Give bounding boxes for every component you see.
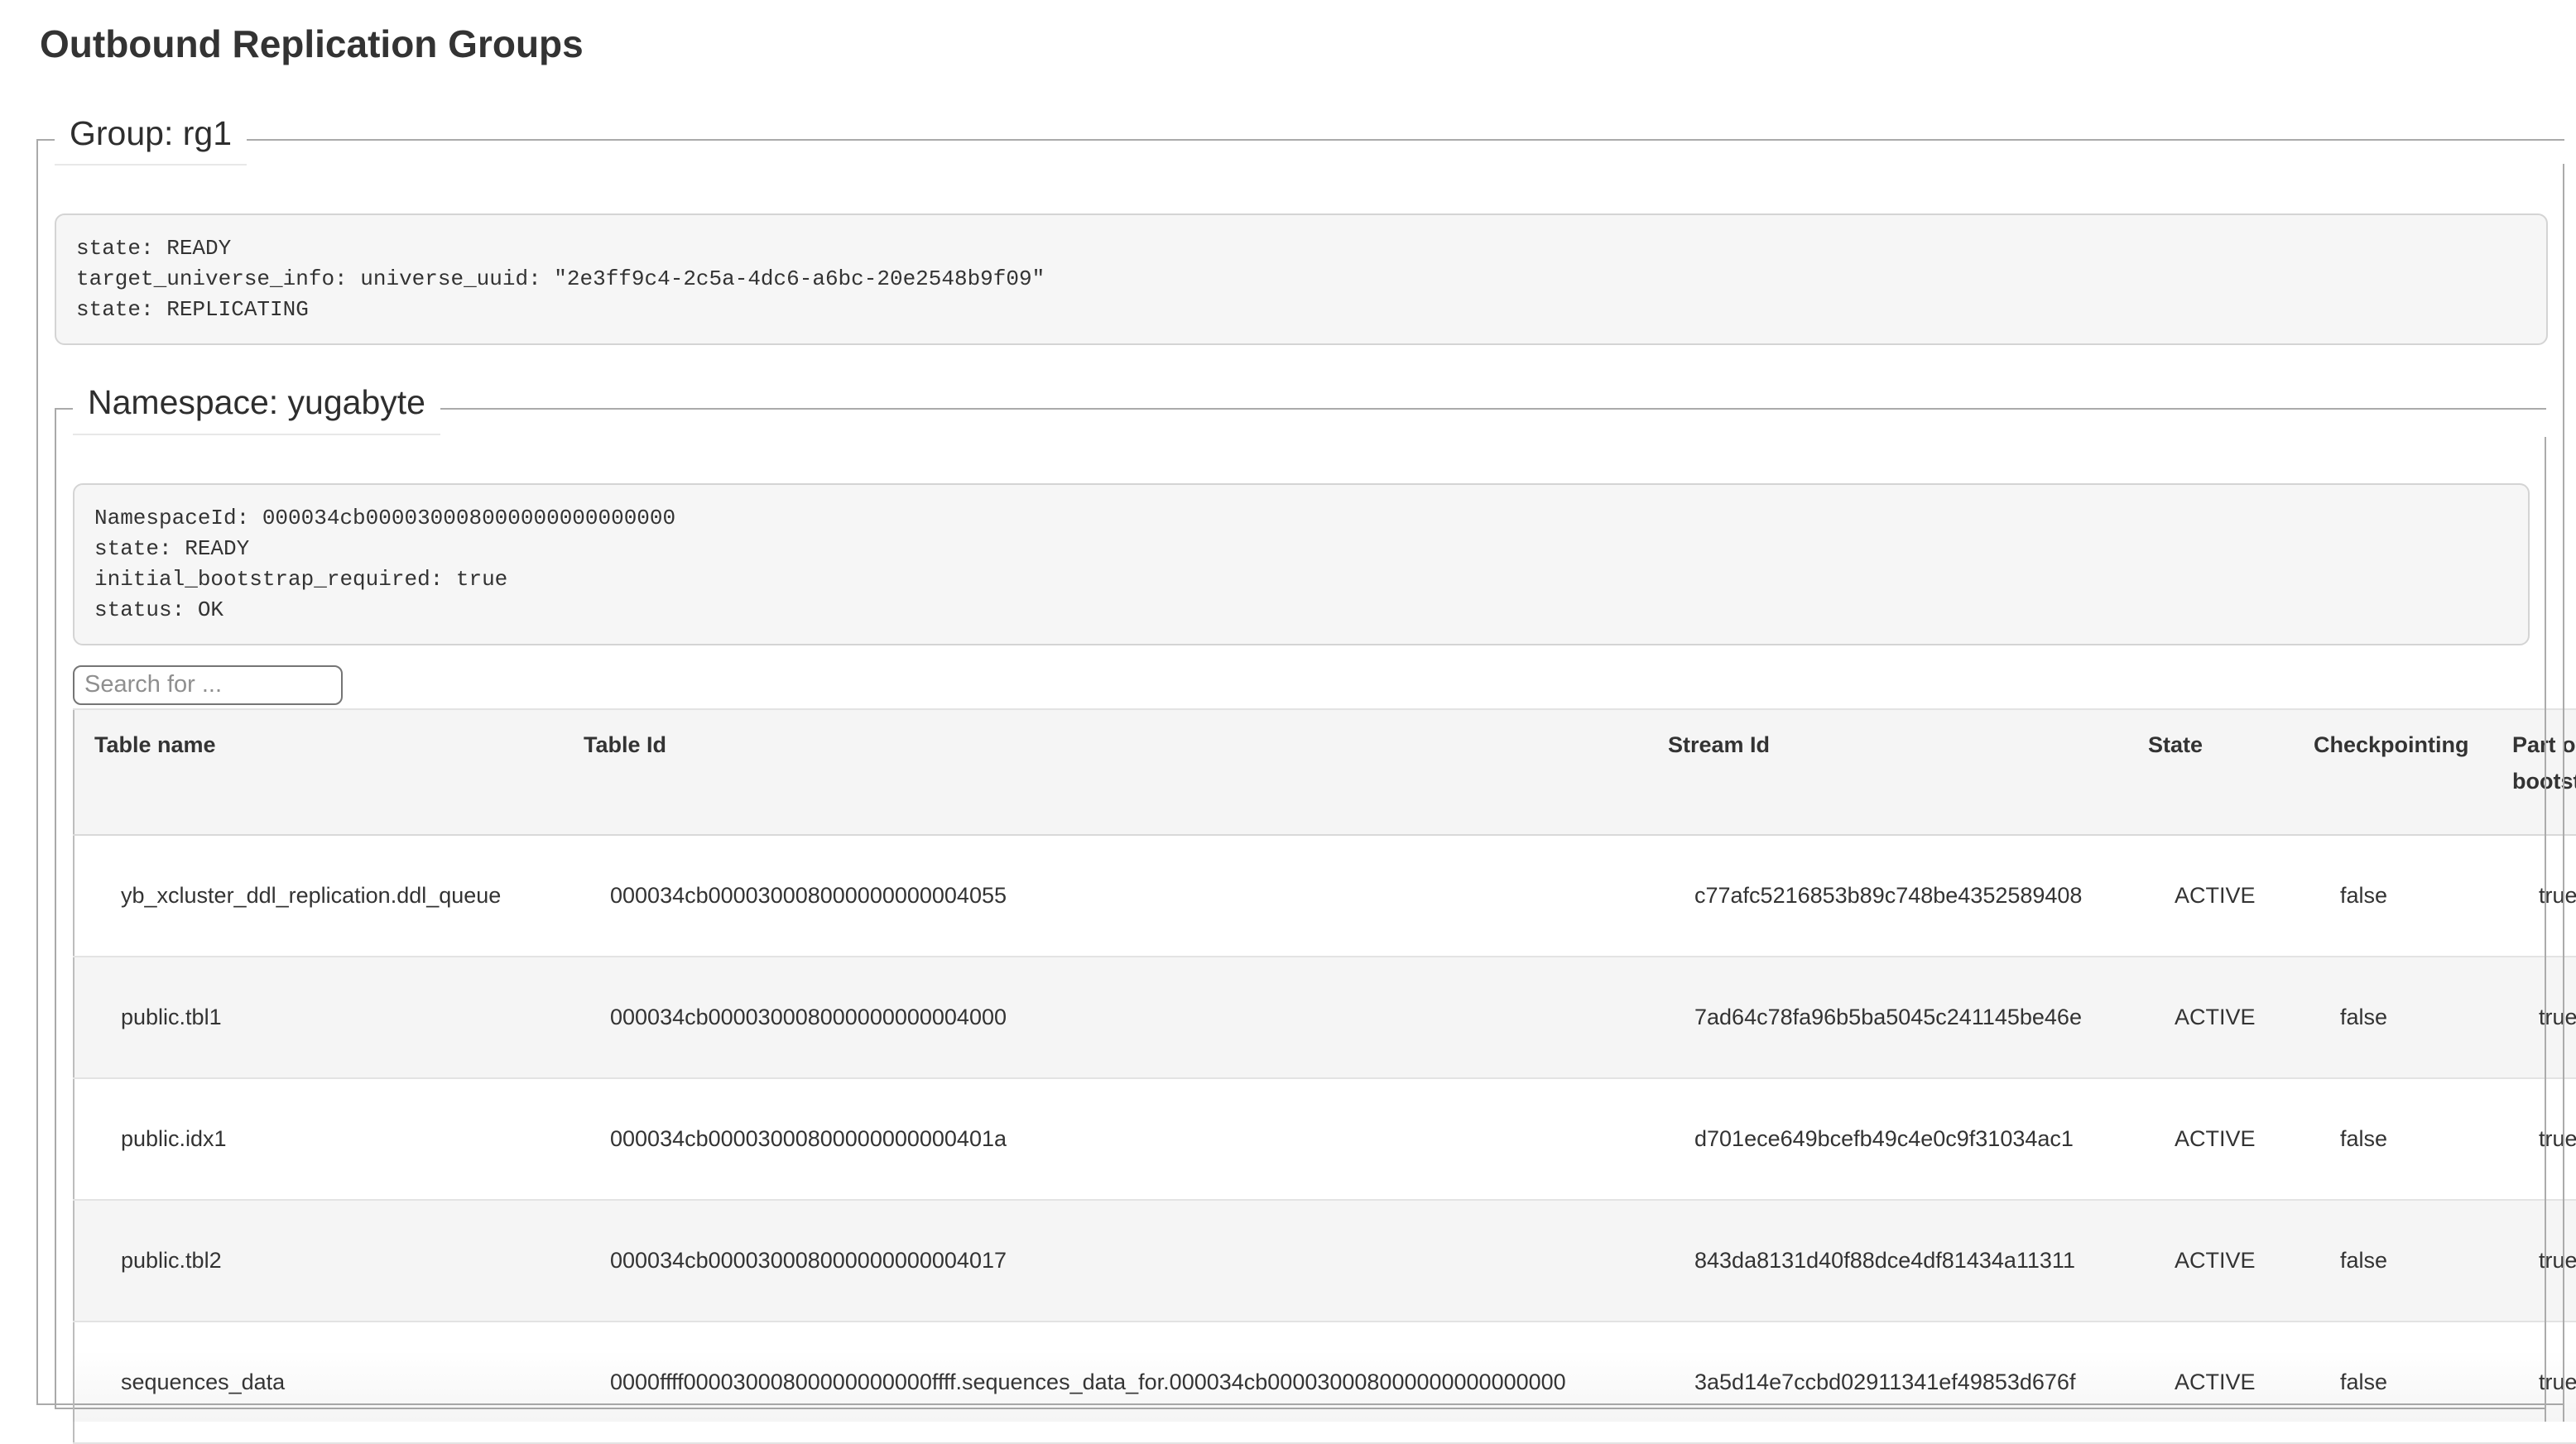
cell-table-name: public.idx1: [74, 1078, 564, 1200]
column-header-stream-id: Stream Id: [1648, 709, 2128, 835]
cell-table-id: 0000ffff00003000800000000000ffff.sequenc…: [564, 1322, 1648, 1443]
table-row: sequences_data 0000ffff00003000800000000…: [74, 1322, 2576, 1443]
cell-checkpointing: false: [2294, 1200, 2492, 1322]
cell-table-name: public.tbl1: [74, 957, 564, 1078]
table-row: public.idx1 000034cb00003000800000000000…: [74, 1078, 2576, 1200]
column-header-state: State: [2128, 709, 2294, 835]
cell-checkpointing: false: [2294, 1078, 2492, 1200]
cell-stream-id: 3a5d14e7ccbd02911341ef49853d676f: [1648, 1322, 2128, 1443]
table-header-row: Table name Table Id Stream Id State Chec…: [74, 709, 2576, 835]
cell-table-id: 000034cb000030008000000000004055: [564, 835, 1648, 957]
group-legend: Group: rg1: [55, 114, 247, 166]
cell-stream-id: d701ece649bcefb49c4e0c9f31034ac1: [1648, 1078, 2128, 1200]
cell-checkpointing: false: [2294, 1322, 2492, 1443]
namespace-legend: Namespace: yugabyte: [73, 383, 440, 434]
table-row: yb_xcluster_ddl_replication.ddl_queue 00…: [74, 835, 2576, 957]
cell-state: ACTIVE: [2128, 835, 2294, 957]
namespace-section: Namespace: yugabyte NamespaceId: 000034c…: [55, 383, 2546, 1409]
column-header-table-id: Table Id: [564, 709, 1648, 835]
cell-table-id: 000034cb000030008000000000004000: [564, 957, 1648, 1078]
column-header-table-name: Table name: [74, 709, 564, 835]
cell-table-name: public.tbl2: [74, 1200, 564, 1322]
cell-table-id: 000034cb000030008000000000004017: [564, 1200, 1648, 1322]
page-title: Outbound Replication Groups: [40, 22, 2576, 66]
cell-checkpointing: false: [2294, 957, 2492, 1078]
replication-group-section: Group: rg1 state: READY target_universe_…: [36, 114, 2564, 1405]
cell-stream-id: c77afc5216853b89c748be4352589408: [1648, 835, 2128, 957]
cell-table-name: sequences_data: [74, 1322, 564, 1443]
table-body: yb_xcluster_ddl_replication.ddl_queue 00…: [74, 835, 2576, 1443]
table-row: public.tbl2 000034cb00003000800000000000…: [74, 1200, 2576, 1322]
cell-table-id: 000034cb00003000800000000000401a: [564, 1078, 1648, 1200]
cell-state: ACTIVE: [2128, 957, 2294, 1078]
cell-state: ACTIVE: [2128, 1322, 2294, 1443]
cell-stream-id: 843da8131d40f88dce4df81434a11311: [1648, 1200, 2128, 1322]
cell-table-name: yb_xcluster_ddl_replication.ddl_queue: [74, 835, 564, 957]
group-fieldset-right-border-line: [2563, 164, 2564, 1422]
table-header: Table name Table Id Stream Id State Chec…: [74, 709, 2576, 835]
namespace-info-block: NamespaceId: 000034cb0000300080000000000…: [73, 483, 2530, 645]
cell-state: ACTIVE: [2128, 1078, 2294, 1200]
search-input[interactable]: [73, 665, 343, 705]
cell-state: ACTIVE: [2128, 1200, 2294, 1322]
tables-table: Table name Table Id Stream Id State Chec…: [73, 708, 2576, 1444]
cell-stream-id: 7ad64c78fa96b5ba5045c241145be46e: [1648, 957, 2128, 1078]
column-header-checkpointing: Checkpointing: [2294, 709, 2492, 835]
namespace-fieldset-right-border-line: [2545, 437, 2546, 1422]
group-info-block: state: READY target_universe_info: unive…: [55, 213, 2548, 345]
cell-checkpointing: false: [2294, 835, 2492, 957]
table-row: public.tbl1 000034cb00003000800000000000…: [74, 957, 2576, 1078]
